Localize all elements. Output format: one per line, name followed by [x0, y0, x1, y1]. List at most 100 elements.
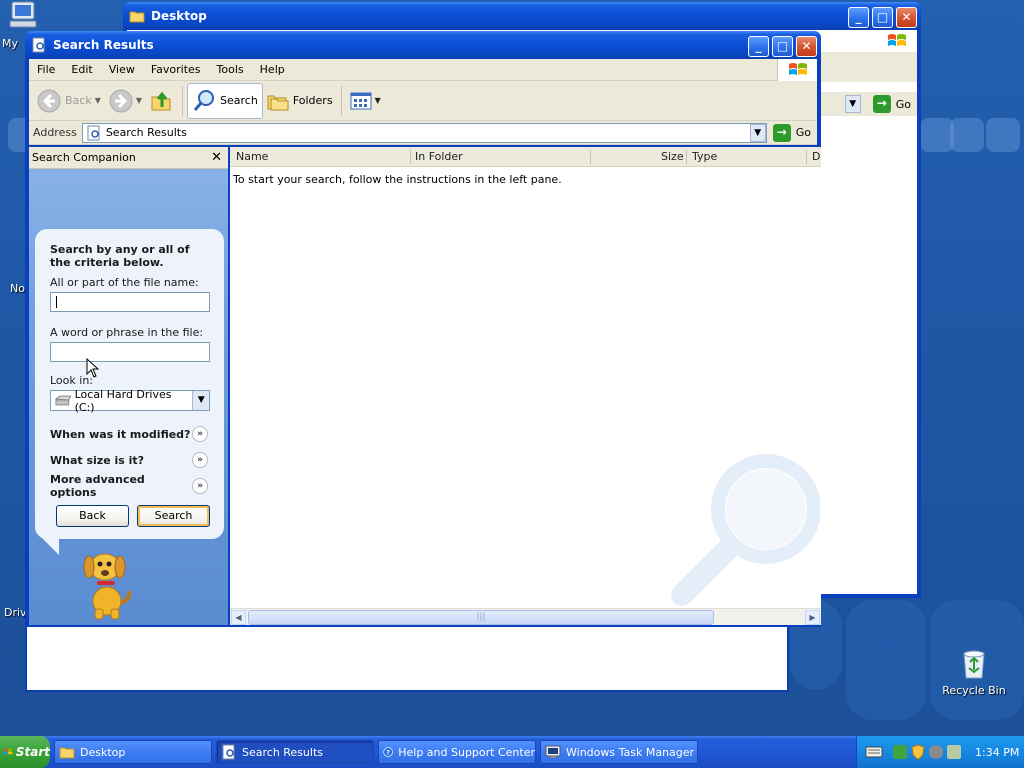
- taskbar-item-help-support[interactable]: ? Help and Support Center: [378, 740, 536, 764]
- menu-edit[interactable]: Edit: [63, 63, 100, 76]
- taskbar: Start Desktop Search Results ? Help and …: [0, 736, 1024, 768]
- folders-button[interactable]: Folders: [263, 83, 337, 119]
- expand-chevron-icon[interactable]: »: [192, 426, 208, 442]
- advanced-expander[interactable]: More advanced options »: [50, 473, 210, 499]
- start-label: Start: [15, 745, 50, 759]
- horizontal-scrollbar[interactable]: ◀ ||| ▶: [230, 608, 821, 625]
- close-button[interactable]: ✕: [796, 36, 817, 57]
- desktop-window-titlebar[interactable]: Desktop _ □ ✕: [123, 2, 921, 30]
- lookin-select[interactable]: Local Hard Drives (C:) ▼: [50, 387, 210, 414]
- phrase-label: A word or phrase in the file:: [50, 326, 204, 339]
- windows-flag-icon: [3, 748, 13, 755]
- balloon-buttons: Back Search: [56, 505, 210, 527]
- go-button[interactable]: → Go: [767, 123, 817, 142]
- desktop-decoration: [950, 118, 984, 152]
- search-submit-button[interactable]: Search: [137, 505, 210, 527]
- windows-logo: [877, 30, 917, 52]
- column-type[interactable]: Type: [692, 150, 717, 163]
- expand-chevron-icon[interactable]: »: [192, 452, 208, 468]
- desktop-decoration: [986, 118, 1020, 152]
- phrase-input[interactable]: [50, 342, 210, 362]
- security-shield-icon[interactable]: [911, 744, 925, 760]
- computer-icon: [9, 1, 37, 28]
- toolbar-separator: [340, 85, 342, 116]
- search-dog-icon[interactable]: [75, 545, 139, 621]
- column-size[interactable]: Size: [661, 150, 684, 163]
- volume-icon[interactable]: [929, 745, 943, 759]
- desktop-icon-network[interactable]: No: [10, 282, 25, 295]
- up-folder-icon: [151, 91, 171, 110]
- lookin-value: Local Hard Drives (C:): [74, 387, 172, 414]
- keyboard-icon[interactable]: [865, 745, 883, 759]
- filename-input[interactable]: [50, 292, 210, 312]
- column-separator[interactable]: [410, 150, 411, 164]
- balloon-tail: [41, 537, 59, 555]
- windows-logo: [777, 59, 817, 81]
- desktop-icon-drives[interactable]: Driv: [4, 606, 27, 619]
- menu-help[interactable]: Help: [252, 63, 293, 76]
- address-field[interactable]: Search Results ▼: [81, 122, 767, 143]
- up-folder-button[interactable]: [146, 83, 178, 119]
- search-button[interactable]: Search: [187, 82, 263, 119]
- search-results-icon: [87, 125, 100, 140]
- desktop-icon-label: No: [10, 282, 25, 295]
- minimize-button[interactable]: _: [848, 7, 869, 28]
- column-in-folder[interactable]: In Folder: [415, 150, 463, 163]
- start-button[interactable]: Start: [0, 736, 50, 768]
- menu-favorites[interactable]: Favorites: [143, 63, 209, 76]
- close-icon[interactable]: ✕: [211, 150, 222, 165]
- search-results-window[interactable]: Search Results _ □ ✕ File Edit View Favo…: [25, 31, 821, 627]
- modified-expander[interactable]: When was it modified? »: [50, 421, 210, 447]
- go-button[interactable]: → Go: [867, 95, 917, 113]
- column-name[interactable]: Name: [236, 150, 268, 163]
- scroll-left-button[interactable]: ◀: [231, 610, 246, 625]
- search-results-icon: [32, 37, 45, 53]
- task-manager-icon: [545, 745, 561, 758]
- taskbar-item-search-results[interactable]: Search Results: [216, 740, 374, 764]
- size-expander[interactable]: What size is it? »: [50, 447, 210, 473]
- maximize-button[interactable]: □: [872, 7, 893, 28]
- search-balloon: Search by any or all of the criteria bel…: [35, 229, 224, 539]
- go-arrow-icon: →: [772, 123, 791, 142]
- back-search-button[interactable]: Back: [56, 505, 129, 527]
- search-window-titlebar[interactable]: Search Results _ □ ✕: [25, 31, 821, 59]
- menu-file[interactable]: File: [29, 63, 63, 76]
- views-icon: [350, 92, 372, 109]
- taskbar-item-label: Windows Task Manager: [566, 745, 695, 759]
- chevron-down-icon[interactable]: ▼: [192, 391, 209, 410]
- search-companion-pane: Search Companion ✕ Search by any or all …: [29, 147, 228, 625]
- column-separator[interactable]: [590, 150, 591, 164]
- taskbar-item-task-manager[interactable]: Windows Task Manager: [540, 740, 698, 764]
- menu-view[interactable]: View: [101, 63, 143, 76]
- maximize-button[interactable]: □: [772, 36, 793, 57]
- desktop-window-title: Desktop: [151, 9, 207, 23]
- taskbar-item-desktop[interactable]: Desktop: [54, 740, 212, 764]
- forward-button[interactable]: ▼: [105, 83, 146, 119]
- results-message: To start your search, follow the instruc…: [233, 173, 562, 186]
- minimize-button[interactable]: _: [748, 36, 769, 57]
- column-separator[interactable]: [686, 150, 687, 164]
- chevron-down-icon: ▼: [94, 96, 101, 105]
- taskbar-item-label: Search Results: [242, 745, 324, 759]
- column-date[interactable]: D: [812, 150, 820, 163]
- advanced-label: More advanced options: [50, 473, 145, 499]
- address-dropdown-button[interactable]: ▼: [749, 123, 766, 142]
- close-button[interactable]: ✕: [896, 7, 917, 28]
- menu-tools[interactable]: Tools: [209, 63, 252, 76]
- back-button[interactable]: Back ▼: [33, 83, 105, 119]
- column-separator[interactable]: [806, 150, 807, 164]
- address-value: Search Results: [105, 126, 187, 139]
- folders-label: Folders: [292, 94, 333, 107]
- scroll-thumb[interactable]: |||: [248, 610, 714, 625]
- expand-chevron-icon[interactable]: »: [192, 478, 208, 494]
- network-icon[interactable]: [893, 745, 907, 759]
- system-tray: 1:34 PM: [856, 736, 1024, 768]
- address-dropdown-button[interactable]: ▼: [844, 95, 861, 113]
- views-button[interactable]: ▼: [346, 83, 385, 119]
- scroll-right-button[interactable]: ▶: [805, 610, 820, 625]
- safely-remove-icon[interactable]: [947, 745, 961, 759]
- svg-text:?: ?: [386, 749, 390, 757]
- desktop-icon-recycle-bin[interactable]: Recycle Bin: [942, 648, 1006, 697]
- clock[interactable]: 1:34 PM: [975, 746, 1019, 759]
- toolbar-separator: [182, 85, 184, 116]
